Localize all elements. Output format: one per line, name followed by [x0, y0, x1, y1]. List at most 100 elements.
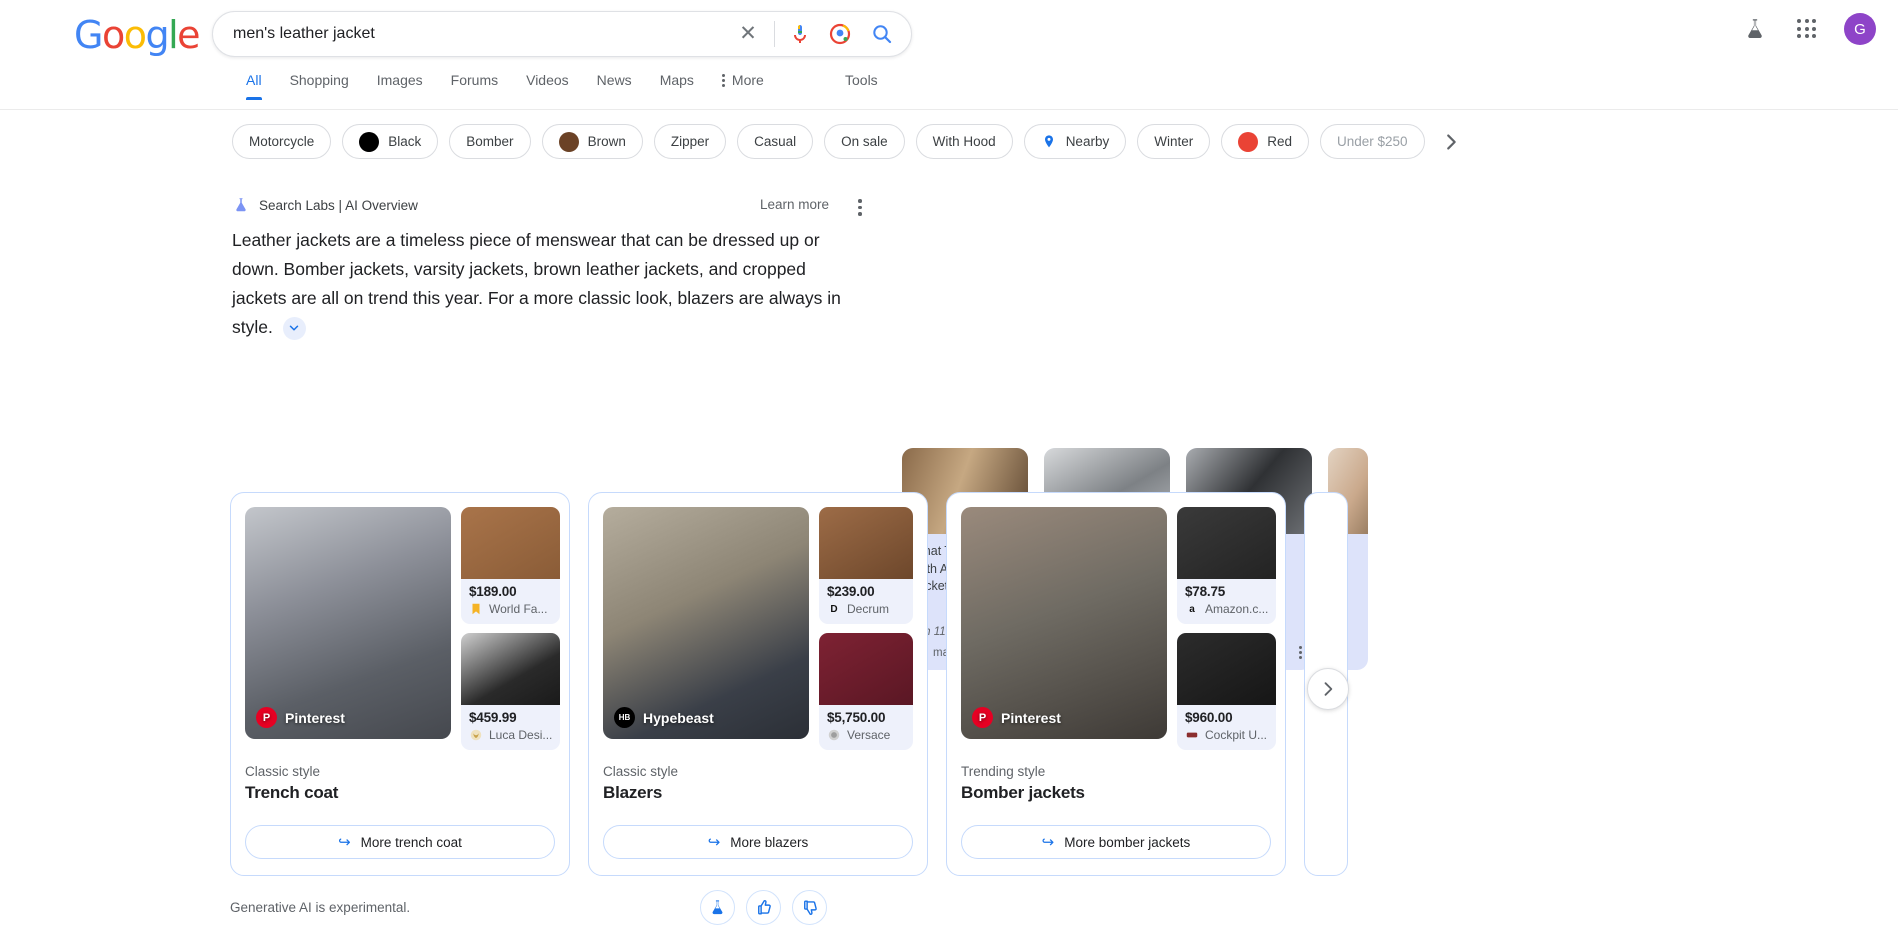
product-merchant: Luca Desi... [489, 728, 553, 742]
logo-letter: o [101, 13, 125, 57]
more-button-label: More bomber jackets [1064, 834, 1191, 850]
hypebeast-icon: HB [614, 707, 635, 728]
more-button[interactable]: ↪ More bomber jackets [961, 825, 1271, 859]
product-price: $239.00 [827, 584, 875, 599]
microphone-icon[interactable] [787, 21, 813, 47]
product-thumbnail [461, 507, 561, 579]
chevron-right-icon[interactable] [1434, 125, 1468, 159]
merchant-icon [469, 728, 483, 742]
style-card-subtitle: Trending style [961, 764, 1046, 779]
search-bar[interactable]: ✕ [212, 11, 912, 57]
style-card-title: Blazers [603, 783, 663, 802]
tools-button[interactable]: Tools [845, 72, 878, 100]
style-card-subtitle: Classic style [245, 764, 321, 779]
product-price: $189.00 [469, 584, 517, 599]
arrow-redirect-icon: ↪ [1041, 834, 1055, 851]
style-card[interactable]: P Pinterest $189.00 World Fa... $459.99 … [230, 492, 570, 876]
hero-image[interactable]: P Pinterest [245, 507, 451, 739]
chip-on-sale[interactable]: On sale [824, 124, 905, 159]
hero-image[interactable]: HB Hypebeast [603, 507, 809, 739]
chip-with-hood[interactable]: With Hood [915, 124, 1013, 159]
nav-divider [0, 109, 1898, 110]
product-thumbnail [1177, 507, 1277, 579]
chip-label: Winter [1154, 134, 1194, 149]
chip-red[interactable]: Red [1221, 124, 1309, 159]
product-price: $78.75 [1185, 584, 1226, 599]
tab-forums[interactable]: Forums [437, 72, 512, 100]
search-input[interactable] [233, 25, 734, 43]
product-merchant: World Fa... [489, 602, 548, 616]
product-thumbnail [819, 507, 913, 579]
style-card[interactable]: P Pinterest $78.75 a Amazon.c... $960.00… [946, 492, 1286, 876]
ai-overview-text: Leather jackets are a timeless piece of … [232, 226, 862, 342]
chip-label: With Hood [932, 134, 996, 149]
product-item[interactable]: $189.00 World Fa... [461, 507, 561, 624]
pinterest-icon: P [972, 707, 993, 728]
google-lens-icon[interactable] [827, 21, 853, 47]
close-icon[interactable]: ✕ [734, 20, 762, 48]
tab-all[interactable]: All [232, 72, 276, 100]
thumbs-up-button[interactable] [746, 890, 781, 925]
chip-motorcycle[interactable]: Motorcycle [232, 124, 332, 159]
tab-more[interactable]: More [708, 72, 778, 100]
chip-black[interactable]: Black [342, 124, 439, 159]
product-merchant: Versace [847, 728, 891, 742]
hero-image[interactable]: P Pinterest [961, 507, 1167, 739]
product-item[interactable]: $459.99 Luca Desi... [461, 633, 561, 750]
ai-overview-paragraph: Leather jackets are a timeless piece of … [232, 230, 841, 337]
product-thumbnail [1177, 633, 1277, 705]
source-badge-label: Hypebeast [643, 709, 714, 726]
style-card-title: Trench coat [245, 783, 339, 802]
chip-label: Zipper [670, 134, 710, 149]
chip-casual[interactable]: Casual [737, 124, 814, 159]
labs-flask-icon[interactable] [1740, 14, 1770, 44]
labs-flask-button[interactable] [700, 890, 735, 925]
chip-label: Under $250 [1337, 134, 1408, 149]
product-merchant: Amazon.c... [1205, 602, 1269, 616]
chip-winter[interactable]: Winter [1137, 124, 1211, 159]
tab-shopping[interactable]: Shopping [276, 72, 363, 100]
carousel-next-button[interactable] [1307, 668, 1349, 710]
thumbs-down-button[interactable] [792, 890, 827, 925]
chevron-down-icon[interactable] [282, 316, 306, 340]
logo-letter: g [145, 13, 169, 57]
color-swatch-icon [558, 131, 579, 152]
tab-maps[interactable]: Maps [646, 72, 708, 100]
more-button[interactable]: ↪ More blazers [603, 825, 913, 859]
product-item[interactable]: $960.00 Cockpit U... [1177, 633, 1277, 750]
product-price: $5,750.00 [827, 710, 886, 725]
product-item[interactable]: $239.00 D Decrum [819, 507, 913, 624]
ai-overview-label: Search Labs | AI Overview [259, 197, 418, 213]
arrow-redirect-icon: ↪ [707, 834, 721, 851]
color-swatch-icon [1238, 131, 1259, 152]
source-badge-label: Pinterest [285, 709, 345, 726]
merchant-icon [1185, 728, 1199, 742]
chip-bomber[interactable]: Bomber [449, 124, 531, 159]
page-header: Google ✕ [0, 0, 1898, 72]
chip-brown[interactable]: Brown [541, 124, 643, 159]
style-card-subtitle: Classic style [603, 764, 679, 779]
nav-tabs: All Shopping Images Forums Videos News M… [232, 72, 778, 100]
search-icon[interactable] [869, 21, 895, 47]
chip-label: Motorcycle [249, 134, 315, 149]
tab-images[interactable]: Images [363, 72, 437, 100]
ai-overview-menu-icon[interactable] [855, 196, 865, 219]
source-badge: P Pinterest [256, 707, 345, 728]
style-card[interactable]: HB Hypebeast $239.00 D Decrum $5,750.00 … [588, 492, 928, 876]
avatar[interactable]: G [1844, 13, 1876, 45]
google-logo[interactable]: Google [74, 13, 201, 57]
tab-videos[interactable]: Videos [512, 72, 583, 100]
chip-label: Casual [754, 134, 797, 149]
chip-under-250[interactable]: Under $250 [1320, 124, 1425, 159]
learn-more-link[interactable]: Learn more [760, 197, 829, 212]
chip-zipper[interactable]: Zipper [653, 124, 727, 159]
filter-chips: Motorcycle Black Bomber Brown Zipper Cas… [232, 124, 1468, 159]
product-item[interactable]: $78.75 a Amazon.c... [1177, 507, 1277, 624]
tab-news[interactable]: News [583, 72, 646, 100]
more-button[interactable]: ↪ More trench coat [245, 825, 555, 859]
divider [774, 21, 775, 47]
apps-grid-icon[interactable] [1790, 12, 1824, 46]
product-thumbnail [819, 633, 913, 705]
product-item[interactable]: $5,750.00 Versace [819, 633, 913, 750]
chip-nearby[interactable]: Nearby [1023, 124, 1127, 159]
